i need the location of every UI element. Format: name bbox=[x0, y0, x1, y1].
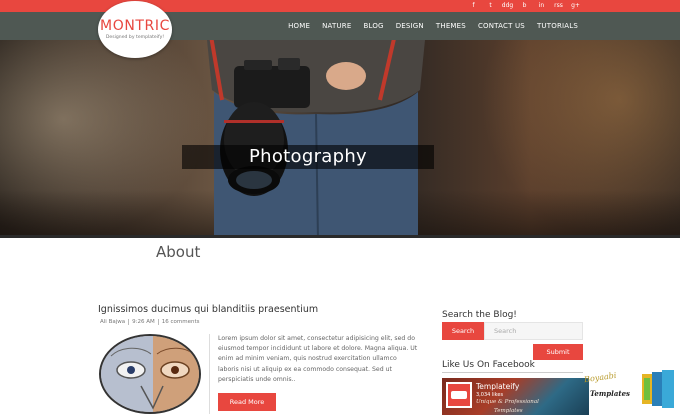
facebook-tagline-1: Unique & Professional bbox=[476, 399, 539, 405]
post-time: 9:26 AM bbox=[129, 319, 159, 325]
facebook-page-name[interactable]: Templateify bbox=[476, 382, 519, 391]
post-excerpt: Lorem ipsum dolor sit amet, consectetur … bbox=[218, 335, 418, 383]
search-input[interactable] bbox=[484, 322, 583, 340]
page-title: About bbox=[156, 243, 201, 261]
post-comments[interactable]: 16 comments bbox=[159, 319, 203, 325]
facebook-icon[interactable]: f bbox=[465, 0, 482, 12]
rss-icon[interactable]: rss bbox=[550, 0, 567, 12]
site-logo[interactable]: MONTRIC Designed by templateify! bbox=[98, 1, 172, 58]
linkedin-icon[interactable]: in bbox=[533, 0, 550, 12]
logo-title: MONTRIC bbox=[100, 18, 170, 34]
post-thumbnail[interactable] bbox=[99, 334, 201, 414]
hero-caption-box: Photography bbox=[182, 145, 434, 169]
templateify-logo-icon bbox=[446, 382, 472, 408]
google-plus-icon[interactable]: g+ bbox=[567, 0, 584, 12]
nav-item-contact-us[interactable]: CONTACT US bbox=[472, 12, 531, 40]
hero-banner: Photography bbox=[0, 40, 680, 238]
post-title[interactable]: Ignissimos ducimus qui blanditiis praese… bbox=[98, 304, 318, 315]
twitter-icon[interactable]: t bbox=[482, 0, 499, 12]
search-widget-title: Search the Blog! bbox=[442, 310, 517, 320]
nav-item-design[interactable]: DESIGN bbox=[390, 12, 430, 40]
bookmark-icon[interactable]: b bbox=[516, 0, 533, 12]
facebook-likes: 3,034 likes bbox=[476, 392, 504, 398]
hero-caption: Photography bbox=[249, 146, 367, 167]
nav-item-home[interactable]: HOME bbox=[288, 12, 316, 40]
nav-item-nature[interactable]: NATURE bbox=[316, 12, 357, 40]
search-label[interactable]: Search bbox=[442, 322, 484, 340]
banknote-eye-image bbox=[101, 336, 199, 412]
post-meta: Ali Bajwa 9:26 AM 16 comments bbox=[100, 319, 202, 325]
delicious-icon[interactable]: ddg bbox=[499, 0, 516, 12]
social-icons: f t ddg b in rss g+ bbox=[465, 0, 584, 12]
submit-button[interactable]: Submit bbox=[533, 344, 583, 360]
post-divider bbox=[209, 334, 210, 414]
hero-bottom-border bbox=[0, 235, 680, 238]
nav-item-themes[interactable]: THEMES bbox=[430, 12, 472, 40]
read-more-button[interactable]: Read More bbox=[218, 393, 276, 411]
facebook-tagline-2: Templates bbox=[494, 408, 523, 414]
nav-item-blog[interactable]: BLOG bbox=[358, 12, 390, 40]
facebook-like-box[interactable]: Templateify 3,034 likes Unique & Profess… bbox=[442, 378, 589, 415]
post-author[interactable]: Ali Bajwa bbox=[100, 319, 130, 325]
sidebar-divider bbox=[442, 372, 583, 373]
hero-photographer-image bbox=[207, 40, 425, 238]
watermark-text-2: Templates bbox=[590, 389, 630, 398]
facebook-widget-title: Like Us On Facebook bbox=[442, 360, 535, 370]
main-menu: HOME NATURE BLOG DESIGN THEMES CONTACT U… bbox=[288, 12, 584, 40]
nav-item-tutorials[interactable]: TUTORIALS bbox=[531, 12, 584, 40]
logo-subtitle: Designed by templateify! bbox=[105, 35, 165, 40]
